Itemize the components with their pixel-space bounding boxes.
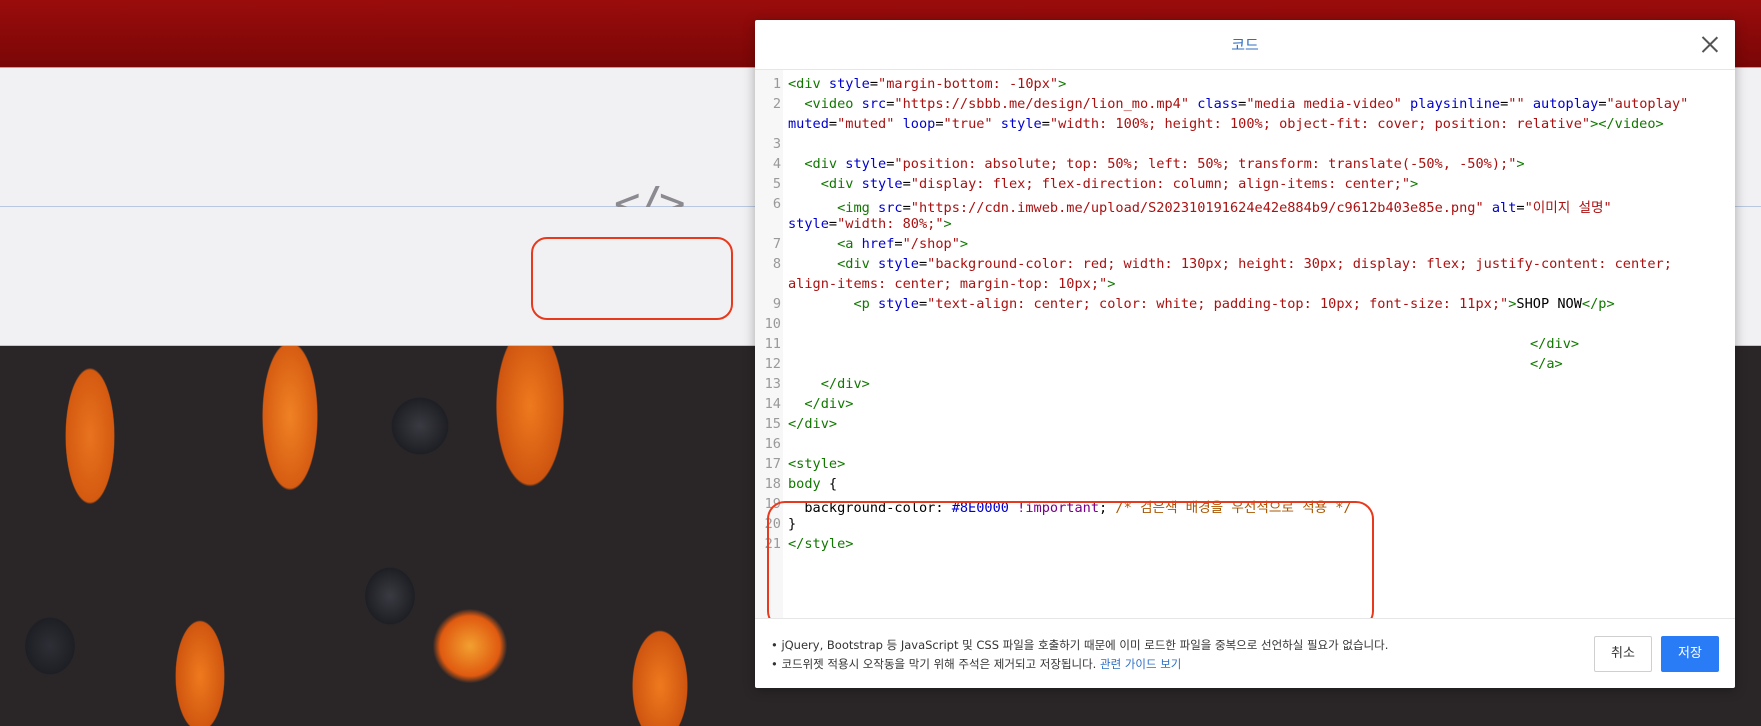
footer-note: • 코드위젯 적용시 오작동을 막기 위해 주석은 제거되고 저장됩니다. 관련… (771, 656, 1181, 672)
code-line[interactable]: <video src="https://sbbb.me/design/lion_… (788, 96, 1688, 112)
code-line[interactable]: </a> (1530, 356, 1563, 372)
code-line[interactable]: </div> (788, 376, 870, 392)
code-line-wrap[interactable]: muted="muted" loop="true" style="width: … (788, 116, 1664, 132)
code-line[interactable]: <div style="position: absolute; top: 50%… (788, 156, 1524, 172)
line-number: 3 (772, 136, 781, 152)
line-number: 16 (764, 436, 781, 452)
code-line[interactable]: <style> (788, 456, 845, 472)
line-number: 17 (764, 456, 781, 472)
line-number: 5 (772, 176, 781, 192)
code-editor[interactable]: 1 <div style="margin-bottom: -10px"> 2 <… (755, 70, 1735, 618)
code-line[interactable]: <div style="margin-bottom: -10px"> (788, 76, 1066, 92)
code-line[interactable]: body { (788, 476, 837, 492)
line-number: 7 (772, 236, 781, 252)
line-number: 6 (772, 196, 781, 212)
code-line[interactable]: <p style="text-align: center; color: whi… (788, 296, 1614, 312)
line-number: 1 (772, 76, 781, 92)
line-number: 14 (764, 396, 781, 412)
footer-note-text: • 코드위젯 적용시 오작동을 막기 위해 주석은 제거되고 저장됩니다. (771, 657, 1097, 671)
code-line[interactable]: <img src="https://cdn.imweb.me/upload/S2… (788, 196, 1612, 216)
line-number: 12 (764, 356, 781, 372)
code-line[interactable]: <div style="display: flex; flex-directio… (788, 176, 1418, 192)
footer-note: • jQuery, Bootstrap 등 JavaScript 및 CSS 파… (771, 638, 1389, 652)
line-number: 9 (772, 296, 781, 312)
cancel-button[interactable]: 취소 (1594, 636, 1652, 672)
dialog-title: 코드 (1231, 36, 1259, 54)
save-button[interactable]: 저장 (1661, 636, 1719, 672)
line-number: 2 (772, 96, 781, 112)
code-line[interactable]: <div style="background-color: red; width… (788, 256, 1672, 272)
code-dialog: 코드 1 <div style="margin-bottom: -10px"> … (755, 20, 1735, 688)
line-number: 13 (764, 376, 781, 392)
dialog-header: 코드 (755, 20, 1735, 70)
code-line[interactable]: <a href="/shop"> (788, 236, 968, 252)
highlight-annotation (531, 237, 733, 320)
line-number: 8 (772, 256, 781, 272)
line-number: 18 (764, 476, 781, 492)
code-line-wrap[interactable]: align-items: center; margin-top: 10px;"> (788, 276, 1115, 292)
line-number: 11 (764, 336, 781, 352)
line-number: 15 (764, 416, 781, 432)
close-icon[interactable] (1697, 32, 1723, 58)
dialog-footer: • jQuery, Bootstrap 등 JavaScript 및 CSS 파… (755, 618, 1735, 688)
line-number: 10 (764, 316, 781, 332)
guide-link[interactable]: 관련 가이드 보기 (1100, 657, 1181, 671)
line-number: 4 (772, 156, 781, 172)
code-line-wrap[interactable]: style="width: 80%;"> (788, 216, 952, 232)
code-line[interactable]: </div> (1530, 336, 1579, 352)
code-line[interactable]: </div> (788, 416, 837, 432)
highlight-annotation (767, 501, 1374, 618)
code-line[interactable]: </div> (788, 396, 853, 412)
